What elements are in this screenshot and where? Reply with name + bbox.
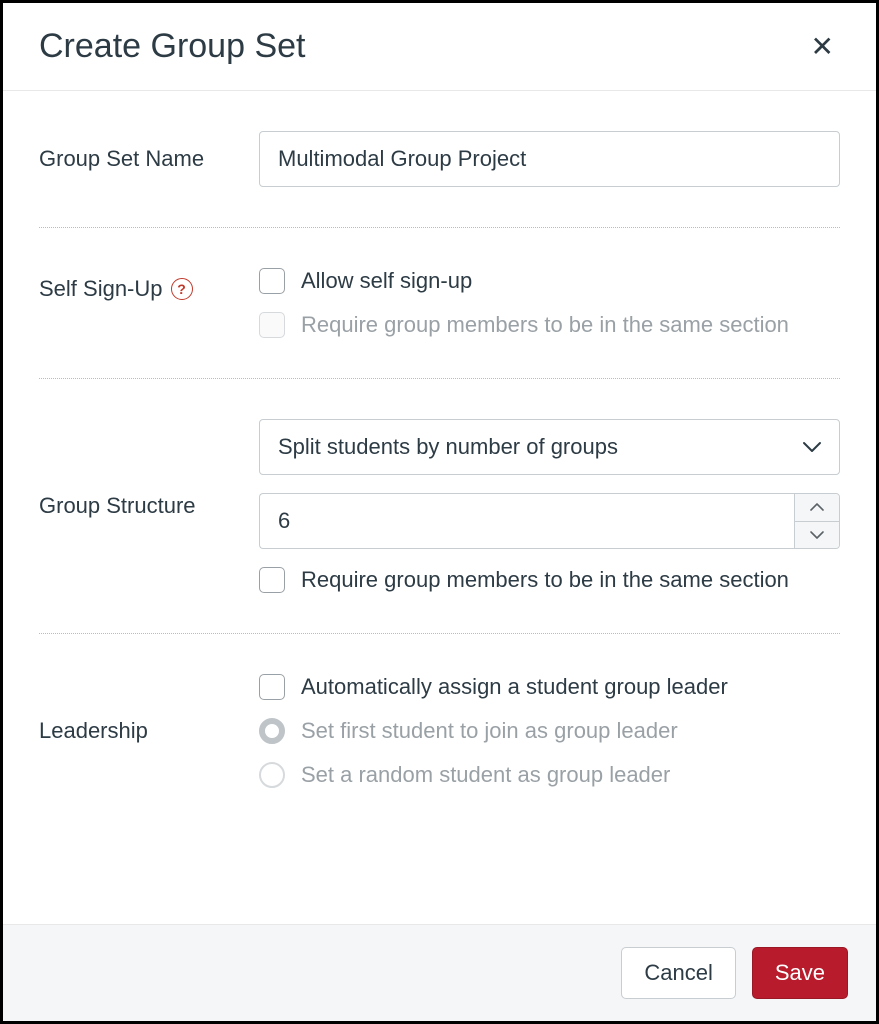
leadership-label: Leadership — [39, 718, 259, 744]
save-button[interactable]: Save — [752, 947, 848, 999]
group-structure-content: Split students by number of groups — [259, 419, 840, 593]
structure-same-section-checkbox[interactable] — [259, 567, 285, 593]
random-radio — [259, 762, 285, 788]
first-join-label: Set first student to join as group leade… — [301, 718, 678, 744]
allow-self-signup-row: Allow self sign-up — [259, 268, 840, 294]
section-leadership: Leadership Automatically assign a studen… — [39, 634, 840, 828]
leadership-content: Automatically assign a student group lea… — [259, 674, 840, 788]
allow-self-signup-checkbox[interactable] — [259, 268, 285, 294]
chevron-down-icon — [809, 530, 825, 540]
chevron-up-icon — [809, 502, 825, 512]
close-icon: ✕ — [811, 31, 834, 62]
self-signup-content: Allow self sign-up Require group members… — [259, 268, 840, 338]
self-signup-label-wrap: Self Sign-Up ? — [39, 268, 259, 302]
random-row: Set a random student as group leader — [259, 762, 840, 788]
section-group-name: Group Set Name — [39, 91, 840, 228]
signup-same-section-checkbox — [259, 312, 285, 338]
group-name-label: Group Set Name — [39, 146, 259, 172]
group-count-spinners — [794, 493, 840, 549]
group-structure-label: Group Structure — [39, 493, 259, 519]
random-label: Set a random student as group leader — [301, 762, 670, 788]
section-group-structure: Group Structure Split students by number… — [39, 379, 840, 634]
first-join-row: Set first student to join as group leade… — [259, 718, 840, 744]
close-button[interactable]: ✕ — [805, 29, 840, 65]
help-icon[interactable]: ? — [171, 278, 193, 300]
signup-same-section-label: Require group members to be in the same … — [301, 312, 789, 338]
structure-same-section-label: Require group members to be in the same … — [301, 567, 789, 593]
split-select-wrap: Split students by number of groups — [259, 419, 840, 475]
stepper-up-button[interactable] — [795, 494, 839, 522]
structure-same-section-row: Require group members to be in the same … — [259, 567, 840, 593]
modal-body: Group Set Name Self Sign-Up ? Allow self… — [3, 91, 876, 924]
modal-title: Create Group Set — [39, 27, 305, 66]
cancel-button[interactable]: Cancel — [621, 947, 735, 999]
group-name-content — [259, 131, 840, 187]
section-self-signup: Self Sign-Up ? Allow self sign-up Requir… — [39, 228, 840, 379]
auto-assign-row: Automatically assign a student group lea… — [259, 674, 840, 700]
signup-same-section-row: Require group members to be in the same … — [259, 312, 840, 338]
create-group-set-modal: Create Group Set ✕ Group Set Name Self S… — [0, 0, 879, 1024]
group-count-input[interactable] — [259, 493, 794, 549]
group-name-input[interactable] — [259, 131, 840, 187]
group-count-wrap — [259, 493, 840, 549]
split-select[interactable]: Split students by number of groups — [259, 419, 840, 475]
modal-header: Create Group Set ✕ — [3, 3, 876, 91]
allow-self-signup-label: Allow self sign-up — [301, 268, 472, 294]
auto-assign-label: Automatically assign a student group lea… — [301, 674, 728, 700]
self-signup-label: Self Sign-Up — [39, 276, 163, 302]
auto-assign-checkbox[interactable] — [259, 674, 285, 700]
first-join-radio — [259, 718, 285, 744]
modal-footer: Cancel Save — [3, 924, 876, 1021]
stepper-down-button[interactable] — [795, 522, 839, 549]
